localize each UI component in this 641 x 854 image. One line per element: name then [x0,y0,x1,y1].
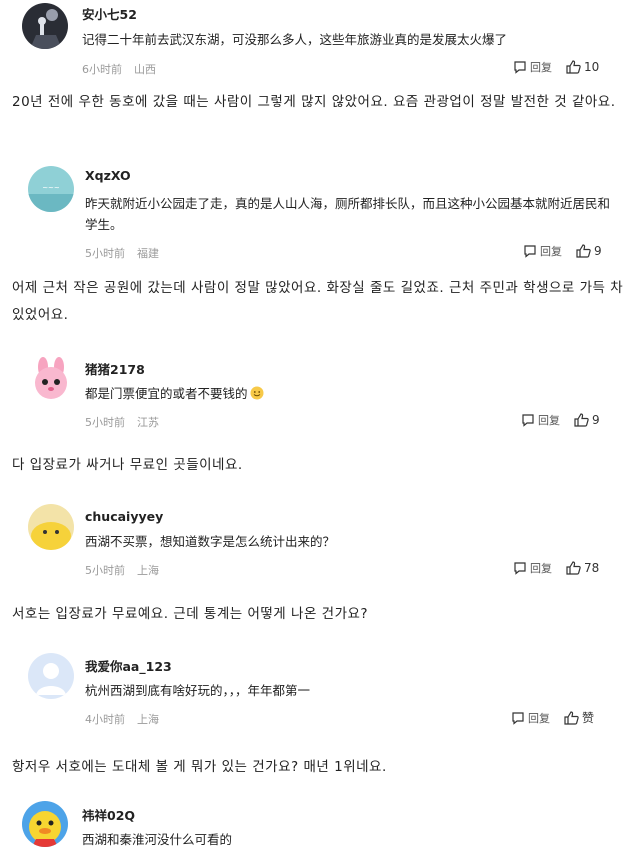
comment-location: 上海 [137,564,159,577]
username[interactable]: 猪猪2178 [85,359,145,378]
reply-label: 回复 [530,562,552,575]
reply-label: 回复 [530,61,552,74]
comment-location: 上海 [137,713,159,726]
comment-meta: 4小时前 上海 [85,711,159,727]
username[interactable]: 我爱你aa_123 [85,656,172,675]
like-count: 9 [594,244,602,258]
reply-icon [522,414,534,427]
thumbs-up-icon [576,244,591,258]
comment-meta: 5小时前 江苏 [85,414,159,430]
comment-location: 福建 [137,247,159,260]
svg-text:~~~: ~~~ [42,184,60,192]
translation-text: 항저우 서호에는 도대체 볼 게 뭐가 있는 건가요? 매년 1위네요. [12,759,387,775]
reply-icon [512,711,524,725]
avatar[interactable] [28,653,74,699]
comment-text: 杭州西湖到底有啥好玩的，，，年年都第一 [85,683,311,698]
comment-text: 都是门票便宜的或者不要钱的 [85,383,605,404]
translation-text: 20년 전에 우한 동호에 갔을 때는 사람이 그렇게 많지 않았어요. 요즘 … [12,94,616,110]
like-count: 赞 [582,711,595,725]
reply-button[interactable]: 回复 [523,243,562,259]
avatar[interactable]: ~~~ [28,166,74,212]
reply-button[interactable]: 回复 [513,560,552,576]
comment-time: 6小时前 [82,63,122,76]
like-button[interactable]: 78 [566,561,599,575]
night-scene-avatar-icon [22,3,68,49]
thumbs-up-icon [566,561,581,575]
comment-meta: 6小时前 山西 [82,61,156,77]
avatar[interactable] [22,801,68,847]
pink-bunny-avatar-icon [28,355,74,401]
username[interactable]: XqzXO [85,168,131,183]
comment-time: 5小时前 [85,564,125,577]
avatar[interactable] [28,355,74,401]
username[interactable]: chucaiyyey [85,509,163,524]
comment-location: 山西 [134,63,156,76]
like-count: 10 [584,60,600,74]
reply-icon [514,61,526,74]
avatar[interactable] [28,504,74,550]
translation-text: 어제 근처 작은 공원에 갔는데 사람이 정말 많았어요. 화장실 줄도 길었죠… [12,280,624,323]
comment-actions: 回复 9 [521,412,600,428]
thumbs-up-icon [566,60,581,74]
comment-time: 5小时前 [85,416,125,429]
yellow-chick-avatar-icon [28,504,74,550]
comment-meta: 5小时前 福建 [85,245,159,261]
like-button[interactable]: 赞 [564,709,594,726]
avatar[interactable] [22,3,68,49]
like-button[interactable]: 9 [576,244,602,258]
yellow-duck-avatar-icon [22,801,68,847]
smiley-emoji-icon [250,386,264,400]
comment-time: 4小时前 [85,713,125,726]
username[interactable]: 安小七52 [82,4,137,23]
comment-text: 记得二十年前去武汉东湖，可没那么多人，这些年旅游业真的是发展太火爆了 [82,32,508,47]
comment-text: 西湖和秦淮河没什么可看的 [82,832,233,847]
reply-button[interactable]: 回复 [521,412,560,428]
like-count: 9 [592,413,600,427]
comment-actions: 回复 9 [523,243,602,259]
reply-label: 回复 [538,414,560,427]
comment-actions: 回复 赞 [511,709,594,726]
reply-icon [514,562,526,575]
reply-icon [524,245,536,258]
comment-text-body: 都是门票便宜的或者不要钱的 [85,386,248,401]
translation-text: 다 입장료가 싸거나 무료인 곳들이네요. [12,457,243,473]
comment-text: 西湖不买票，想知道数字是怎么统计出来的？ [85,534,336,549]
default-user-avatar-icon [28,653,74,699]
comment-actions: 回复 78 [513,560,599,576]
comment-time: 5小时前 [85,247,125,260]
comment-location: 江苏 [137,416,159,429]
comment-meta: 5小时前 上海 [85,562,159,578]
like-button[interactable]: 9 [574,413,600,427]
reply-label: 回复 [528,711,550,725]
comment-text: 昨天就附近小公园走了走，真的是人山人海，厕所都排长队，而且这种小公园基本就附近居… [85,196,611,232]
thumbs-up-icon [564,710,579,725]
like-count: 78 [584,561,600,575]
comment-actions: 回复 10 [513,59,599,75]
translation-text: 서호는 입장료가 무료예요. 근데 통계는 어떻게 나온 건가요? [12,606,369,622]
thumbs-up-icon [574,413,589,427]
reply-button[interactable]: 回复 [511,710,550,726]
like-button[interactable]: 10 [566,60,599,74]
username[interactable]: 祎祥02Q [82,805,135,824]
teal-card-avatar-icon: ~~~ [28,166,74,212]
reply-button[interactable]: 回复 [513,59,552,75]
reply-label: 回复 [540,245,562,258]
